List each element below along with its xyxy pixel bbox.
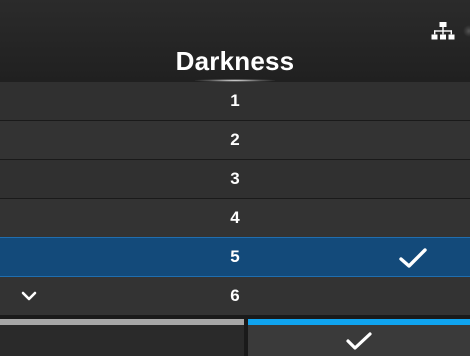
back-button[interactable] bbox=[0, 319, 244, 356]
option-label: 3 bbox=[230, 169, 240, 188]
page-title: Darkness bbox=[175, 46, 295, 76]
option-item-6[interactable]: 6 bbox=[0, 277, 470, 315]
option-item-5[interactable]: 5 bbox=[0, 237, 470, 277]
option-label: 4 bbox=[230, 208, 240, 227]
darkness-option-list: 1 2 3 4 5 6 bbox=[0, 82, 470, 316]
option-item-3[interactable]: 3 bbox=[0, 160, 470, 198]
option-item-4[interactable]: 4 bbox=[0, 199, 470, 237]
confirm-button[interactable] bbox=[248, 319, 470, 356]
checkmark-icon bbox=[346, 332, 372, 350]
option-label: 1 bbox=[230, 91, 240, 110]
option-item-2[interactable]: 2 bbox=[0, 121, 470, 159]
darkness-setting-screen: Darkness 1 2 3 4 5 6 bbox=[0, 0, 470, 356]
footer-bar bbox=[0, 319, 470, 356]
checkmark-icon bbox=[399, 248, 427, 268]
option-label: 2 bbox=[230, 130, 240, 149]
option-item-1[interactable]: 1 bbox=[0, 82, 470, 120]
status-indicator bbox=[459, 20, 470, 42]
option-label: 6 bbox=[230, 286, 240, 305]
header-bar: Darkness bbox=[0, 0, 470, 82]
network-icon bbox=[431, 22, 455, 40]
